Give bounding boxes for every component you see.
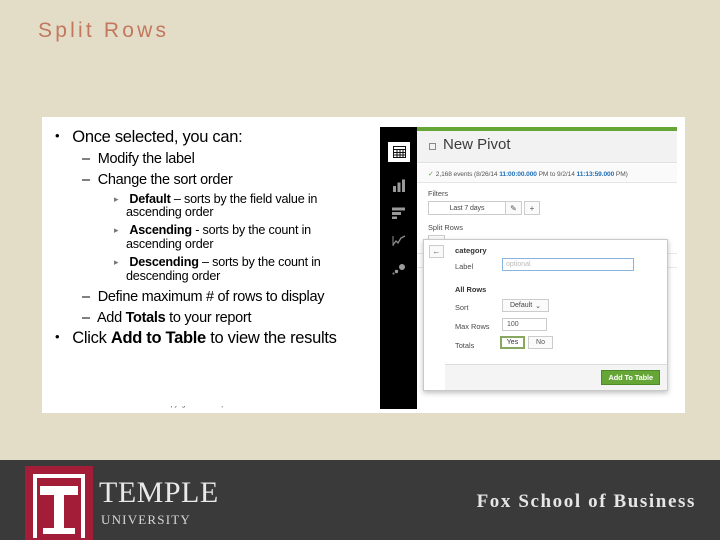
events-middle: PM to 9/2/14 — [536, 171, 577, 178]
bullet-text-continued: ascending order — [126, 237, 214, 252]
clipped-caption: Copyright © 2014 Splunk Inc. — [162, 406, 562, 413]
embedded-splunk-screenshot: New Pivot ✓ 2,168 events (8/26/14 11:00:0… — [380, 127, 677, 409]
slide-footer: TEMPLE UNIVERSITY Fox School of Business — [0, 460, 720, 540]
bullet-level1-click-add-to-table: Click Add to Table to view the results — [68, 329, 398, 347]
bullet-keyword: Add to Table — [110, 329, 206, 348]
bullet-text: to your report — [165, 309, 252, 326]
filter-pill-last-7-days[interactable]: Last 7 days — [428, 201, 506, 215]
sort-select[interactable]: Default ⌄ — [502, 299, 549, 312]
back-arrow-icon[interactable]: ← — [429, 245, 444, 258]
all-rows-heading: All Rows — [455, 285, 487, 294]
bullet-keyword: Default — [129, 191, 171, 206]
content-card: Once selected, you can: Modify the label… — [42, 117, 685, 413]
bullet-level2-change-sort-order: Change the sort order — [94, 172, 398, 188]
bullet-level2-define-max-rows: Define maximum # of rows to display — [94, 289, 398, 305]
logo-t-stem — [54, 486, 64, 532]
column-chart-icon[interactable] — [388, 175, 410, 195]
logo-wordmark: TEMPLE — [99, 476, 219, 509]
popover-field-name: category — [455, 246, 487, 255]
bullet-text: Change the sort order — [97, 172, 233, 189]
max-rows-input[interactable]: 100 — [502, 318, 547, 331]
pivot-header: New Pivot — [417, 131, 677, 163]
events-prefix: 2,168 events (8/26/14 — [435, 171, 500, 178]
totals-yes-button[interactable]: Yes — [500, 336, 525, 349]
label-input[interactable]: optional — [502, 258, 634, 271]
pivot-title: New Pivot — [443, 136, 511, 153]
page-title: Split Rows — [38, 19, 170, 42]
split-rows-popover: ← category Label optional All Rows Sort … — [423, 239, 668, 391]
pivot-body: New Pivot ✓ 2,168 events (8/26/14 11:00:0… — [417, 131, 677, 409]
square-icon — [429, 143, 436, 150]
bullet-keyword: Totals — [125, 309, 166, 326]
bullet-text: to view the results — [205, 329, 337, 348]
logo-t-base — [43, 528, 75, 534]
label-row-label: Label — [455, 262, 474, 271]
bullet-text: - sorts by the count in — [191, 223, 311, 238]
logo-subtext: UNIVERSITY — [101, 512, 191, 527]
popover-footer: Add To Table — [445, 364, 667, 390]
events-time-end: 11:13:59.000 — [576, 171, 615, 178]
events-time-start: 11:00:00.000 — [499, 171, 537, 178]
bullet-text: Add — [96, 309, 126, 326]
sort-row-label: Sort — [455, 303, 469, 312]
bullet-keyword: Descending — [129, 254, 199, 269]
bullet-keyword: Ascending — [129, 223, 192, 238]
bullet-level3-ascending: Ascending - sorts by the count in ascend… — [126, 223, 398, 252]
bullet-text: Click — [72, 329, 111, 348]
totals-no-button[interactable]: No — [528, 336, 553, 349]
split-rows-label: Split Rows — [428, 223, 463, 232]
totals-toggle-group: Yes No — [500, 336, 553, 349]
chevron-down-icon: ⌄ — [535, 302, 542, 310]
bullet-text-continued: descending order — [126, 268, 221, 283]
filters-label: Filters — [428, 189, 449, 198]
slide: Split Rows Once selected, you can: Modif… — [0, 0, 720, 540]
bullet-list: Once selected, you can: Modify the label… — [58, 125, 398, 347]
edit-filter-pencil-icon[interactable]: ✎ — [506, 201, 522, 215]
check-icon: ✓ — [428, 171, 434, 178]
bullet-text: Once selected, you can: — [72, 128, 243, 146]
bar-chart-icon[interactable] — [388, 203, 410, 223]
line-chart-icon[interactable] — [388, 231, 410, 251]
bullet-text: – sorts by the field value in — [170, 191, 318, 206]
totals-row-label: Totals — [455, 341, 475, 350]
clipped-caption-text: Copyright © 2014 Splunk Inc. — [162, 406, 562, 408]
add-filter-button[interactable]: + — [524, 201, 540, 215]
bullet-level2-add-totals: Add Totals to your report — [94, 310, 398, 326]
max-rows-row-label: Max Rows — [455, 322, 490, 331]
filters-row: Last 7 days ✎ + — [428, 201, 540, 215]
bullet-level3-descending: Descending – sorts by the count in desce… — [126, 254, 398, 284]
temple-university-logo: TEMPLE UNIVERSITY — [25, 466, 218, 540]
footer-school-name: Fox School of Business — [476, 491, 696, 512]
add-to-table-button[interactable]: Add To Table — [601, 370, 660, 385]
events-suffix: PM) — [614, 171, 628, 178]
bullet-text: – sorts by the count in — [198, 254, 321, 269]
temple-t-mark-icon — [25, 466, 93, 540]
table-grid-icon[interactable] — [388, 142, 410, 162]
bullet-level3-default: Default – sorts by the field value in as… — [126, 191, 398, 221]
bullet-text: Define maximum # of rows to display — [97, 288, 325, 305]
bullet-level1-once-selected: Once selected, you can: — [68, 128, 398, 146]
visualization-sidebar — [380, 127, 417, 409]
events-count-bar: ✓ 2,168 events (8/26/14 11:00:00.000 PM t… — [417, 164, 677, 183]
scatter-chart-icon[interactable] — [388, 259, 410, 279]
bullet-level2-modify-label: Modify the label — [94, 151, 398, 167]
sort-select-value: Default — [509, 302, 533, 309]
bullet-text: Modify the label — [97, 151, 195, 168]
bullet-text-continued: ascending order — [126, 205, 214, 220]
